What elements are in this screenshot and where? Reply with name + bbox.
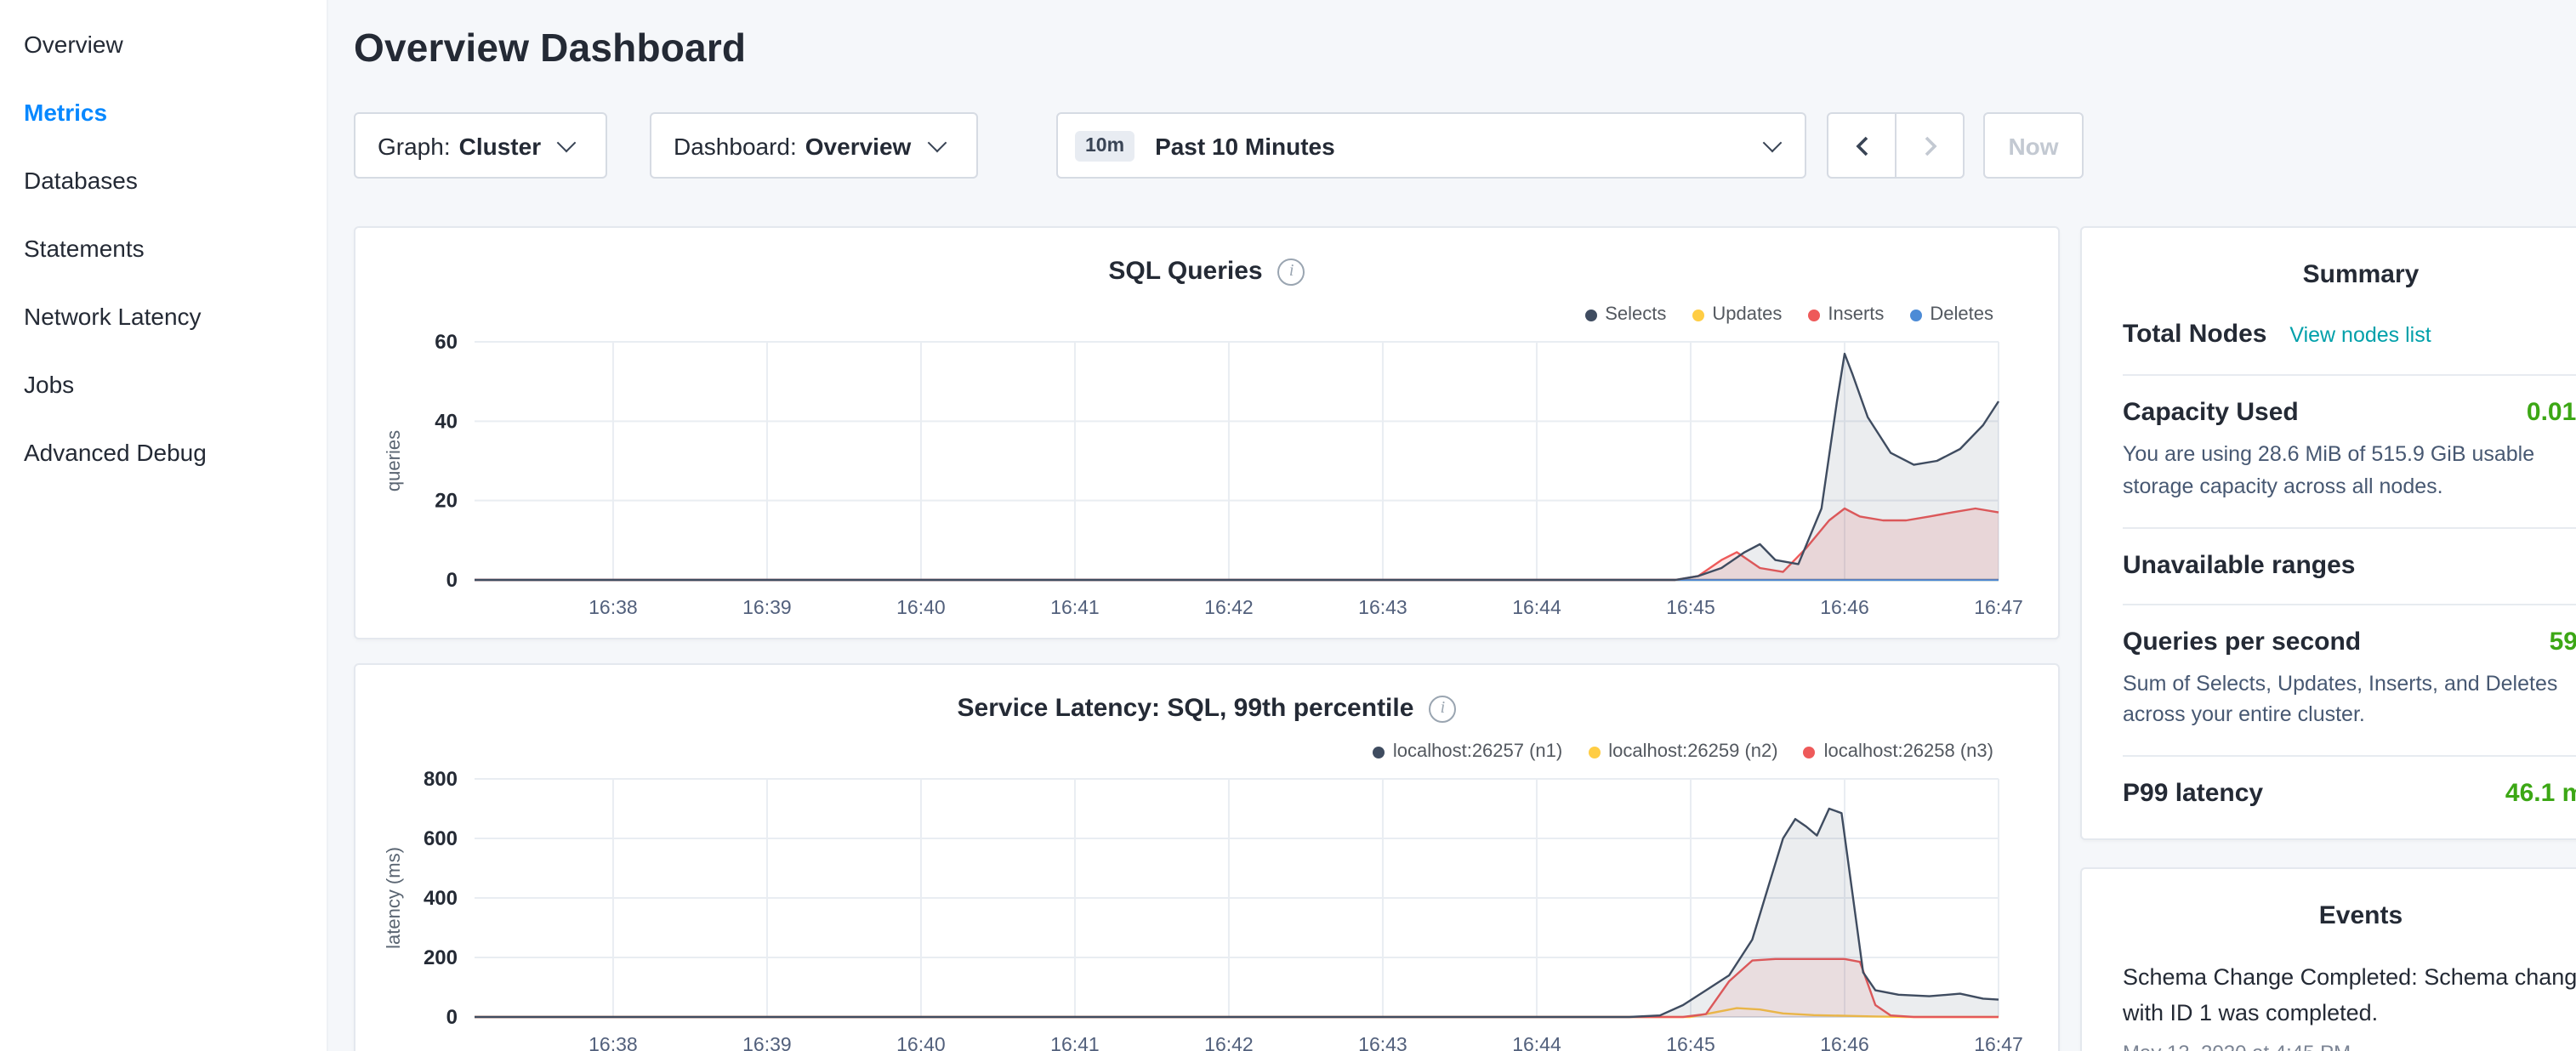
sidebar-item-databases[interactable]: Databases bbox=[0, 146, 327, 214]
svg-text:60: 60 bbox=[435, 331, 458, 354]
view-nodes-list-link[interactable]: View nodes list bbox=[2289, 323, 2431, 347]
summary-row-capacity-used: Capacity Used 0.01% You are using 28.6 M… bbox=[2123, 376, 2576, 528]
summary-row-value: 46.1 ms bbox=[2505, 779, 2576, 808]
app-root: Overview Metrics Databases Statements Ne… bbox=[0, 0, 2576, 1051]
svg-text:0: 0 bbox=[446, 1006, 458, 1029]
chevron-right-icon bbox=[1923, 135, 1936, 156]
chevron-down-icon bbox=[927, 133, 947, 152]
svg-text:200: 200 bbox=[424, 946, 458, 969]
events-card: Events Schema Change Completed: Schema c… bbox=[2080, 867, 2576, 1051]
svg-text:16:42: 16:42 bbox=[1204, 596, 1254, 618]
svg-text:0: 0 bbox=[446, 569, 458, 592]
chevron-down-icon bbox=[1763, 133, 1783, 152]
svg-text:16:43: 16:43 bbox=[1358, 596, 1407, 618]
sidebar-item-network-latency[interactable]: Network Latency bbox=[0, 282, 327, 350]
svg-text:16:38: 16:38 bbox=[589, 596, 638, 618]
sidebar-item-overview[interactable]: Overview bbox=[0, 10, 327, 78]
svg-text:16:47: 16:47 bbox=[1974, 596, 2023, 618]
summary-card: Summary Total Nodes View nodes list 3 Ca… bbox=[2080, 226, 2576, 840]
svg-text:16:44: 16:44 bbox=[1512, 596, 1561, 618]
svg-text:16:41: 16:41 bbox=[1050, 596, 1100, 618]
chevron-down-icon bbox=[557, 133, 577, 152]
svg-text:40: 40 bbox=[435, 410, 458, 433]
summary-row-value: 59.7 bbox=[2550, 627, 2576, 656]
svg-text:16:40: 16:40 bbox=[896, 596, 946, 618]
svg-text:16:42: 16:42 bbox=[1204, 1033, 1254, 1051]
dashboard-dropdown[interactable]: Dashboard: Overview bbox=[650, 112, 978, 179]
time-step-forward-button[interactable] bbox=[1895, 112, 1965, 179]
summary-row-description: Sum of Selects, Updates, Inserts, and De… bbox=[2123, 668, 2576, 731]
summary-row-value: 0.01% bbox=[2527, 398, 2576, 427]
time-range-dropdown[interactable]: 10m Past 10 Minutes bbox=[1056, 112, 1806, 179]
events-title: Events bbox=[2123, 869, 2576, 939]
summary-row-total-nodes: Total Nodes View nodes list 3 bbox=[2123, 298, 2576, 376]
sidebar-item-advanced-debug[interactable]: Advanced Debug bbox=[0, 418, 327, 486]
now-button-label: Now bbox=[2008, 132, 2058, 159]
sidebar: Overview Metrics Databases Statements Ne… bbox=[0, 0, 328, 1051]
summary-row-title: Capacity Used bbox=[2123, 398, 2299, 427]
summary-row-title: Unavailable ranges bbox=[2123, 550, 2355, 579]
page-title: Overview Dashboard bbox=[354, 26, 746, 71]
svg-text:20: 20 bbox=[435, 490, 458, 513]
chevron-left-icon bbox=[1855, 135, 1868, 156]
sql-queries-chart[interactable]: 16:38 16:39 16:40 16:41 16:42 16:43 16:44 16:45… bbox=[355, 228, 2058, 638]
sidebar-item-statements[interactable]: Statements bbox=[0, 214, 327, 282]
svg-text:16:43: 16:43 bbox=[1358, 1033, 1407, 1051]
summary-row-unavailable-ranges: Unavailable ranges 0 bbox=[2123, 528, 2576, 605]
chart-svg: 16:38 16:39 16:40 16:41 16:42 16:43 16:44 16:45… bbox=[355, 665, 2058, 1051]
svg-text:16:38: 16:38 bbox=[589, 1033, 638, 1051]
graph-scope-dropdown[interactable]: Graph: Cluster bbox=[354, 112, 607, 179]
summary-row-title: P99 latency bbox=[2123, 779, 2263, 808]
svg-text:16:39: 16:39 bbox=[742, 1033, 792, 1051]
svg-text:16:46: 16:46 bbox=[1820, 596, 1869, 618]
event-timestamp: May 13, 2020 at 4:45 PM bbox=[2123, 1041, 2576, 1051]
sidebar-item-jobs[interactable]: Jobs bbox=[0, 350, 327, 418]
time-range-value: Past 10 Minutes bbox=[1155, 132, 1335, 159]
summary-title: Summary bbox=[2123, 228, 2576, 298]
dashboard-value: Overview bbox=[805, 132, 912, 159]
svg-text:16:46: 16:46 bbox=[1820, 1033, 1869, 1051]
svg-text:latency (ms): latency (ms) bbox=[383, 847, 404, 949]
svg-text:400: 400 bbox=[424, 887, 458, 910]
svg-text:16:45: 16:45 bbox=[1666, 1033, 1715, 1051]
svg-text:16:44: 16:44 bbox=[1512, 1033, 1561, 1051]
event-message: Schema Change Completed: Schema change w… bbox=[2123, 961, 2576, 1032]
summary-row-queries-per-second: Queries per second 59.7 Sum of Selects, … bbox=[2123, 605, 2576, 757]
svg-text:16:45: 16:45 bbox=[1666, 596, 1715, 618]
dashboard-label: Dashboard: bbox=[674, 132, 797, 159]
svg-text:16:39: 16:39 bbox=[742, 596, 792, 618]
now-button[interactable]: Now bbox=[1983, 112, 2084, 179]
chart-svg: 16:38 16:39 16:40 16:41 16:42 16:43 16:44 16:45… bbox=[355, 228, 2058, 638]
summary-row-description: You are using 28.6 MiB of 515.9 GiB usab… bbox=[2123, 439, 2576, 503]
svg-text:16:47: 16:47 bbox=[1974, 1033, 2023, 1051]
sql-queries-chart-card: SQL Queries SelectsUpdatesInsertsDeletes… bbox=[354, 226, 2060, 639]
svg-text:600: 600 bbox=[424, 827, 458, 850]
summary-row-title: Queries per second bbox=[2123, 627, 2361, 656]
svg-text:16:41: 16:41 bbox=[1050, 1033, 1100, 1051]
svg-text:queries: queries bbox=[383, 430, 404, 491]
summary-row-p99-latency: P99 latency 46.1 ms bbox=[2123, 757, 2576, 832]
summary-row-title: Total Nodes bbox=[2123, 320, 2266, 349]
time-step-back-button[interactable] bbox=[1827, 112, 1896, 179]
graph-scope-label: Graph: bbox=[378, 132, 451, 159]
service-latency-chart-card: Service Latency: SQL, 99th percentile lo… bbox=[354, 663, 2060, 1051]
svg-text:800: 800 bbox=[424, 768, 458, 791]
svg-text:16:40: 16:40 bbox=[896, 1033, 946, 1051]
time-step-buttons bbox=[1827, 112, 1965, 179]
graph-scope-value: Cluster bbox=[459, 132, 541, 159]
sidebar-item-metrics[interactable]: Metrics bbox=[0, 78, 327, 146]
time-range-badge: 10m bbox=[1075, 130, 1134, 161]
service-latency-chart[interactable]: 16:38 16:39 16:40 16:41 16:42 16:43 16:44 16:45… bbox=[355, 665, 2058, 1051]
